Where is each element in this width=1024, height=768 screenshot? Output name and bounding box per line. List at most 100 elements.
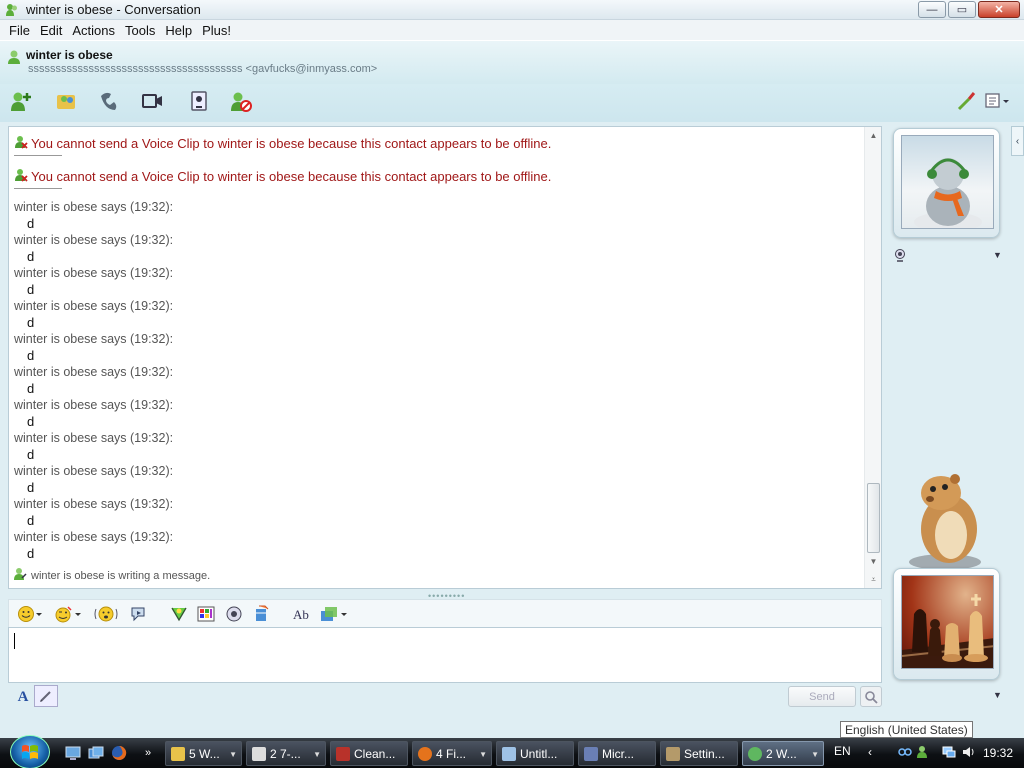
scroll-up-arrow-icon[interactable]: ▲ [865, 127, 881, 143]
taskbar-button-label: 5 W... [189, 746, 220, 761]
message-text: d [27, 546, 35, 561]
show-menu-icon[interactable] [982, 88, 1012, 114]
start-button[interactable] [10, 735, 50, 768]
system-message-text: You cannot send a Voice Clip to winter i… [31, 168, 552, 184]
taskbar-button-active[interactable]: 2 W... ▼ [742, 741, 824, 766]
message-header: winter is obese says (19:32): [14, 233, 174, 247]
tray-expand-icon[interactable]: ‹ [863, 745, 877, 759]
system-tray: EN ‹ 19:32 [828, 738, 1024, 768]
maximize-button[interactable]: ▭ [948, 1, 976, 18]
firefox-window-icon [418, 746, 432, 761]
menu-file[interactable]: File [4, 23, 35, 38]
message-header: winter is obese says (19:32): [14, 299, 174, 313]
typing-indicator: winter is obese is writing a message. [13, 567, 210, 584]
block-contact-icon[interactable] [228, 88, 254, 114]
taskbar-button[interactable]: 5 W... ▼ [165, 741, 242, 766]
taskbar-button[interactable]: Micr... [578, 741, 656, 766]
taskbar-button[interactable]: 2 7-... ▼ [246, 741, 326, 766]
nudge-icon[interactable] [93, 604, 119, 624]
taskbar-button-label: 2 7-... [270, 746, 301, 761]
conversation-toolbar [0, 84, 1024, 122]
message-item: winter is obese says (19:32): d [14, 298, 854, 331]
message-text: d [27, 282, 35, 297]
font-icon[interactable]: A [12, 686, 34, 708]
message-text: d [27, 348, 35, 363]
contact-status-icon [7, 49, 23, 68]
messenger-tray-icon[interactable] [916, 745, 930, 759]
message-item: winter is obese says (19:32): d [14, 364, 854, 397]
wink-icon[interactable] [54, 604, 82, 624]
volume-tray-icon[interactable] [962, 745, 976, 759]
contact-name: winter is obese [26, 48, 113, 62]
taskbar-button[interactable]: Clean... [330, 741, 408, 766]
handwriting-icon[interactable] [34, 685, 58, 707]
chat-scrollbar[interactable]: ▲ ▼ ⩡ [864, 127, 881, 588]
menu-tools[interactable]: Tools [120, 23, 160, 38]
taskbar-button[interactable]: Untitl... [496, 741, 574, 766]
menu-edit[interactable]: Edit [35, 23, 67, 38]
my-display-picture-frame[interactable] [893, 568, 1000, 680]
quick-launch-overflow-icon[interactable]: » [140, 745, 156, 761]
message-header: winter is obese says (19:32): [14, 464, 174, 478]
divider [14, 188, 62, 189]
menu-plus[interactable]: Plus! [197, 23, 236, 38]
scroll-to-end-icon[interactable]: ⩡ [865, 572, 881, 588]
chat-history[interactable]: You cannot send a Voice Clip to winter i… [8, 126, 882, 589]
taskbar-button-label: Settin... [684, 746, 725, 761]
message-item: winter is obese says (19:32): d [14, 430, 854, 463]
message-header: winter is obese says (19:32): [14, 365, 174, 379]
system-message: You cannot send a Voice Clip to winter i… [14, 168, 854, 184]
taskbar-button[interactable]: Settin... [660, 741, 738, 766]
message-text: d [27, 249, 35, 264]
send-file-icon[interactable] [251, 604, 271, 624]
voice-clip-error-icon [14, 135, 28, 152]
send-button[interactable]: Send [788, 686, 856, 707]
7zip-icon [252, 746, 266, 761]
translate-text-icon[interactable]: Ab [291, 604, 311, 624]
system-message: You cannot send a Voice Clip to winter i… [14, 135, 854, 151]
notepad-icon [502, 746, 516, 761]
system-message-text: You cannot send a Voice Clip to winter i… [31, 135, 552, 151]
message-input[interactable] [8, 627, 882, 683]
contact-display-picture-frame[interactable] [893, 128, 1000, 238]
show-desktop-icon[interactable] [65, 745, 81, 761]
message-list: You cannot send a Voice Clip to winter i… [14, 135, 854, 562]
collapse-pane-icon[interactable]: ‹ [1011, 126, 1024, 156]
close-button[interactable]: ✕ [978, 1, 1020, 18]
message-header: winter is obese says (19:32): [14, 497, 174, 511]
menu-bar: File Edit Actions Tools Help Plus! [0, 20, 1024, 40]
winks-icon[interactable] [169, 604, 189, 624]
taskbar: » 5 W... ▼ 2 7-... ▼ Clean... 4 Fi... ▼ Unt… [0, 735, 1024, 768]
menu-help[interactable]: Help [160, 23, 197, 38]
scroll-thumb[interactable] [867, 483, 880, 553]
message-item: winter is obese says (19:32): d [14, 529, 854, 562]
clock[interactable]: 19:32 [983, 746, 1013, 760]
emoticon-icon[interactable] [17, 604, 43, 624]
invite-contact-icon[interactable] [8, 88, 34, 114]
switch-windows-icon[interactable] [88, 745, 104, 761]
more-actions-icon[interactable] [319, 604, 349, 624]
my-picture-options-arrow-icon[interactable]: ▼ [993, 690, 1002, 700]
call-icon[interactable] [97, 88, 123, 114]
message-item: winter is obese says (19:32): d [14, 496, 854, 529]
sound-icon[interactable] [224, 604, 244, 624]
taskbar-button[interactable]: 4 Fi... ▼ [412, 741, 492, 766]
backgrounds-icon[interactable] [196, 604, 216, 624]
minimize-button[interactable]: — [918, 1, 946, 18]
contact-picture-options-arrow-icon[interactable]: ▼ [993, 250, 1002, 260]
voice-clip-icon[interactable] [129, 604, 149, 624]
video-call-icon[interactable] [140, 88, 166, 114]
firefox-icon[interactable] [111, 745, 127, 761]
menu-actions[interactable]: Actions [67, 23, 120, 38]
background-brush-icon[interactable] [953, 88, 979, 114]
webcam-icon[interactable] [893, 248, 907, 265]
scroll-down-arrow-icon[interactable]: ▼ [865, 553, 881, 569]
games-icon[interactable] [186, 88, 212, 114]
settings-app-icon [666, 746, 680, 761]
network-tray-icon[interactable] [898, 745, 912, 759]
svg-text:Ab: Ab [293, 607, 309, 622]
search-icon[interactable] [860, 686, 882, 707]
language-indicator[interactable]: EN [834, 744, 851, 758]
share-files-icon[interactable] [53, 88, 79, 114]
connection-tray-icon[interactable] [942, 745, 956, 759]
